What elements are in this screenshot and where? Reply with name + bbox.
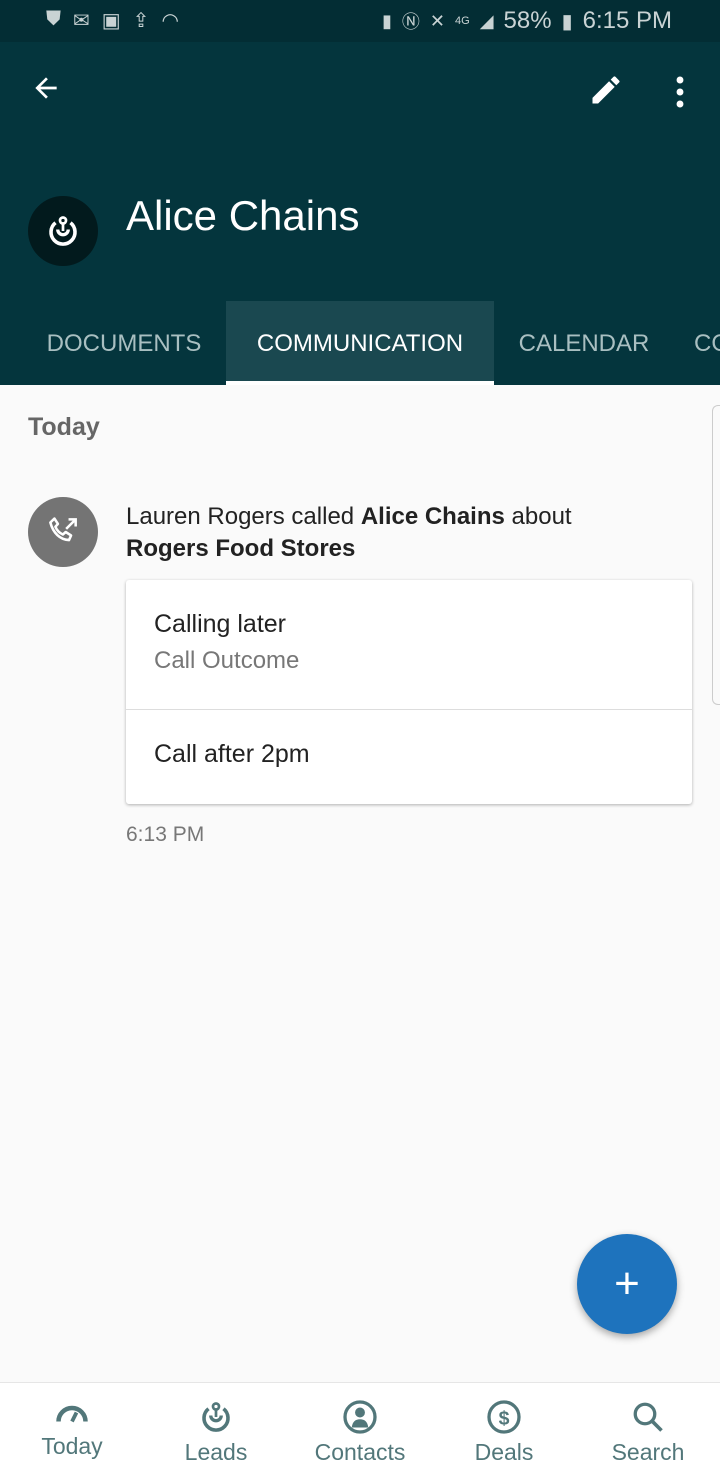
4g-lte-icon: 4G: [455, 15, 470, 27]
call-details-card[interactable]: Calling later Call Outcome Call after 2p…: [126, 580, 692, 804]
outgoing-call-icon: [28, 497, 98, 567]
app-header: Alice Chains DOCUMENTS COMMUNICATION CAL…: [0, 42, 720, 385]
contact-icon: [343, 1400, 377, 1434]
tab-contacts-partial[interactable]: CO: [694, 301, 720, 385]
activity-summary: Lauren Rogers called Alice Chains about …: [126, 501, 686, 565]
section-header: Today: [28, 413, 100, 441]
lead-avatar: [28, 196, 98, 266]
search-icon: [633, 1402, 663, 1432]
upload-icon: ⇪: [132, 10, 150, 32]
nav-leads[interactable]: Leads: [144, 1383, 288, 1480]
arrow-left-icon[interactable]: [30, 72, 62, 113]
tab-documents[interactable]: DOCUMENTS: [26, 301, 222, 385]
add-button[interactable]: +: [577, 1234, 677, 1334]
leads-icon: [49, 216, 77, 246]
nfc-icon: Ⓝ: [401, 12, 420, 32]
battery-saver-icon: ▮: [382, 10, 392, 31]
nav-label: Contacts: [314, 1439, 406, 1465]
mute-icon: ✕: [429, 10, 446, 31]
nav-today[interactable]: Today: [0, 1383, 144, 1480]
tab-bar: DOCUMENTS COMMUNICATION CALENDAR CO: [0, 301, 720, 385]
bottom-nav: Today Leads Contacts $ Deals Search: [0, 1382, 720, 1480]
scrollbar[interactable]: [712, 405, 720, 705]
status-bar: ⛊ ✉ ▣ ⇪ ◠ ▮ Ⓝ ✕ 4G ◢ 58% ▮ 6:15 PM: [0, 0, 720, 42]
clock: 6:15 PM: [582, 7, 672, 34]
summary-text: about: [504, 503, 572, 530]
nav-label: Leads: [184, 1439, 248, 1465]
battery-icon: ▮: [561, 10, 573, 33]
call-note: Call after 2pm: [154, 740, 310, 768]
signal-icon: ◢: [479, 10, 494, 31]
dollar-icon: $: [487, 1400, 521, 1434]
nav-label: Deals: [474, 1439, 534, 1465]
actor: Lauren Rogers: [126, 503, 285, 530]
company-link[interactable]: Rogers Food Stores: [126, 535, 355, 562]
nav-search[interactable]: Search: [576, 1383, 720, 1480]
tab-calendar[interactable]: CALENDAR: [500, 301, 668, 385]
nav-deals[interactable]: $ Deals: [432, 1383, 576, 1480]
nav-contacts[interactable]: Contacts: [288, 1383, 432, 1480]
wifi-icon: ◠: [161, 10, 179, 32]
call-outcome-label: Call Outcome: [154, 647, 300, 674]
timestamp: 6:13 PM: [126, 823, 205, 846]
pencil-icon[interactable]: [588, 72, 624, 108]
nav-label: Search: [611, 1439, 685, 1465]
leads-icon: [202, 1402, 230, 1432]
page-title: Alice Chains: [126, 192, 360, 239]
shield-icon: ⛊: [46, 8, 61, 30]
contact-link[interactable]: Alice Chains: [361, 503, 505, 530]
image-icon: ▣: [101, 10, 121, 32]
svg-text:$: $: [499, 1408, 510, 1430]
more-vert-icon[interactable]: [668, 74, 692, 110]
nav-label: Today: [41, 1433, 103, 1459]
call-outcome-value: Calling later: [154, 610, 287, 638]
summary-text: called: [284, 503, 361, 530]
gmail-icon: ✉: [73, 10, 90, 32]
battery-percent: 58%: [503, 7, 552, 34]
call-outcome-row: Calling later Call Outcome: [126, 580, 692, 710]
tab-communication[interactable]: COMMUNICATION: [226, 301, 494, 385]
speedometer-icon: [56, 1405, 88, 1423]
